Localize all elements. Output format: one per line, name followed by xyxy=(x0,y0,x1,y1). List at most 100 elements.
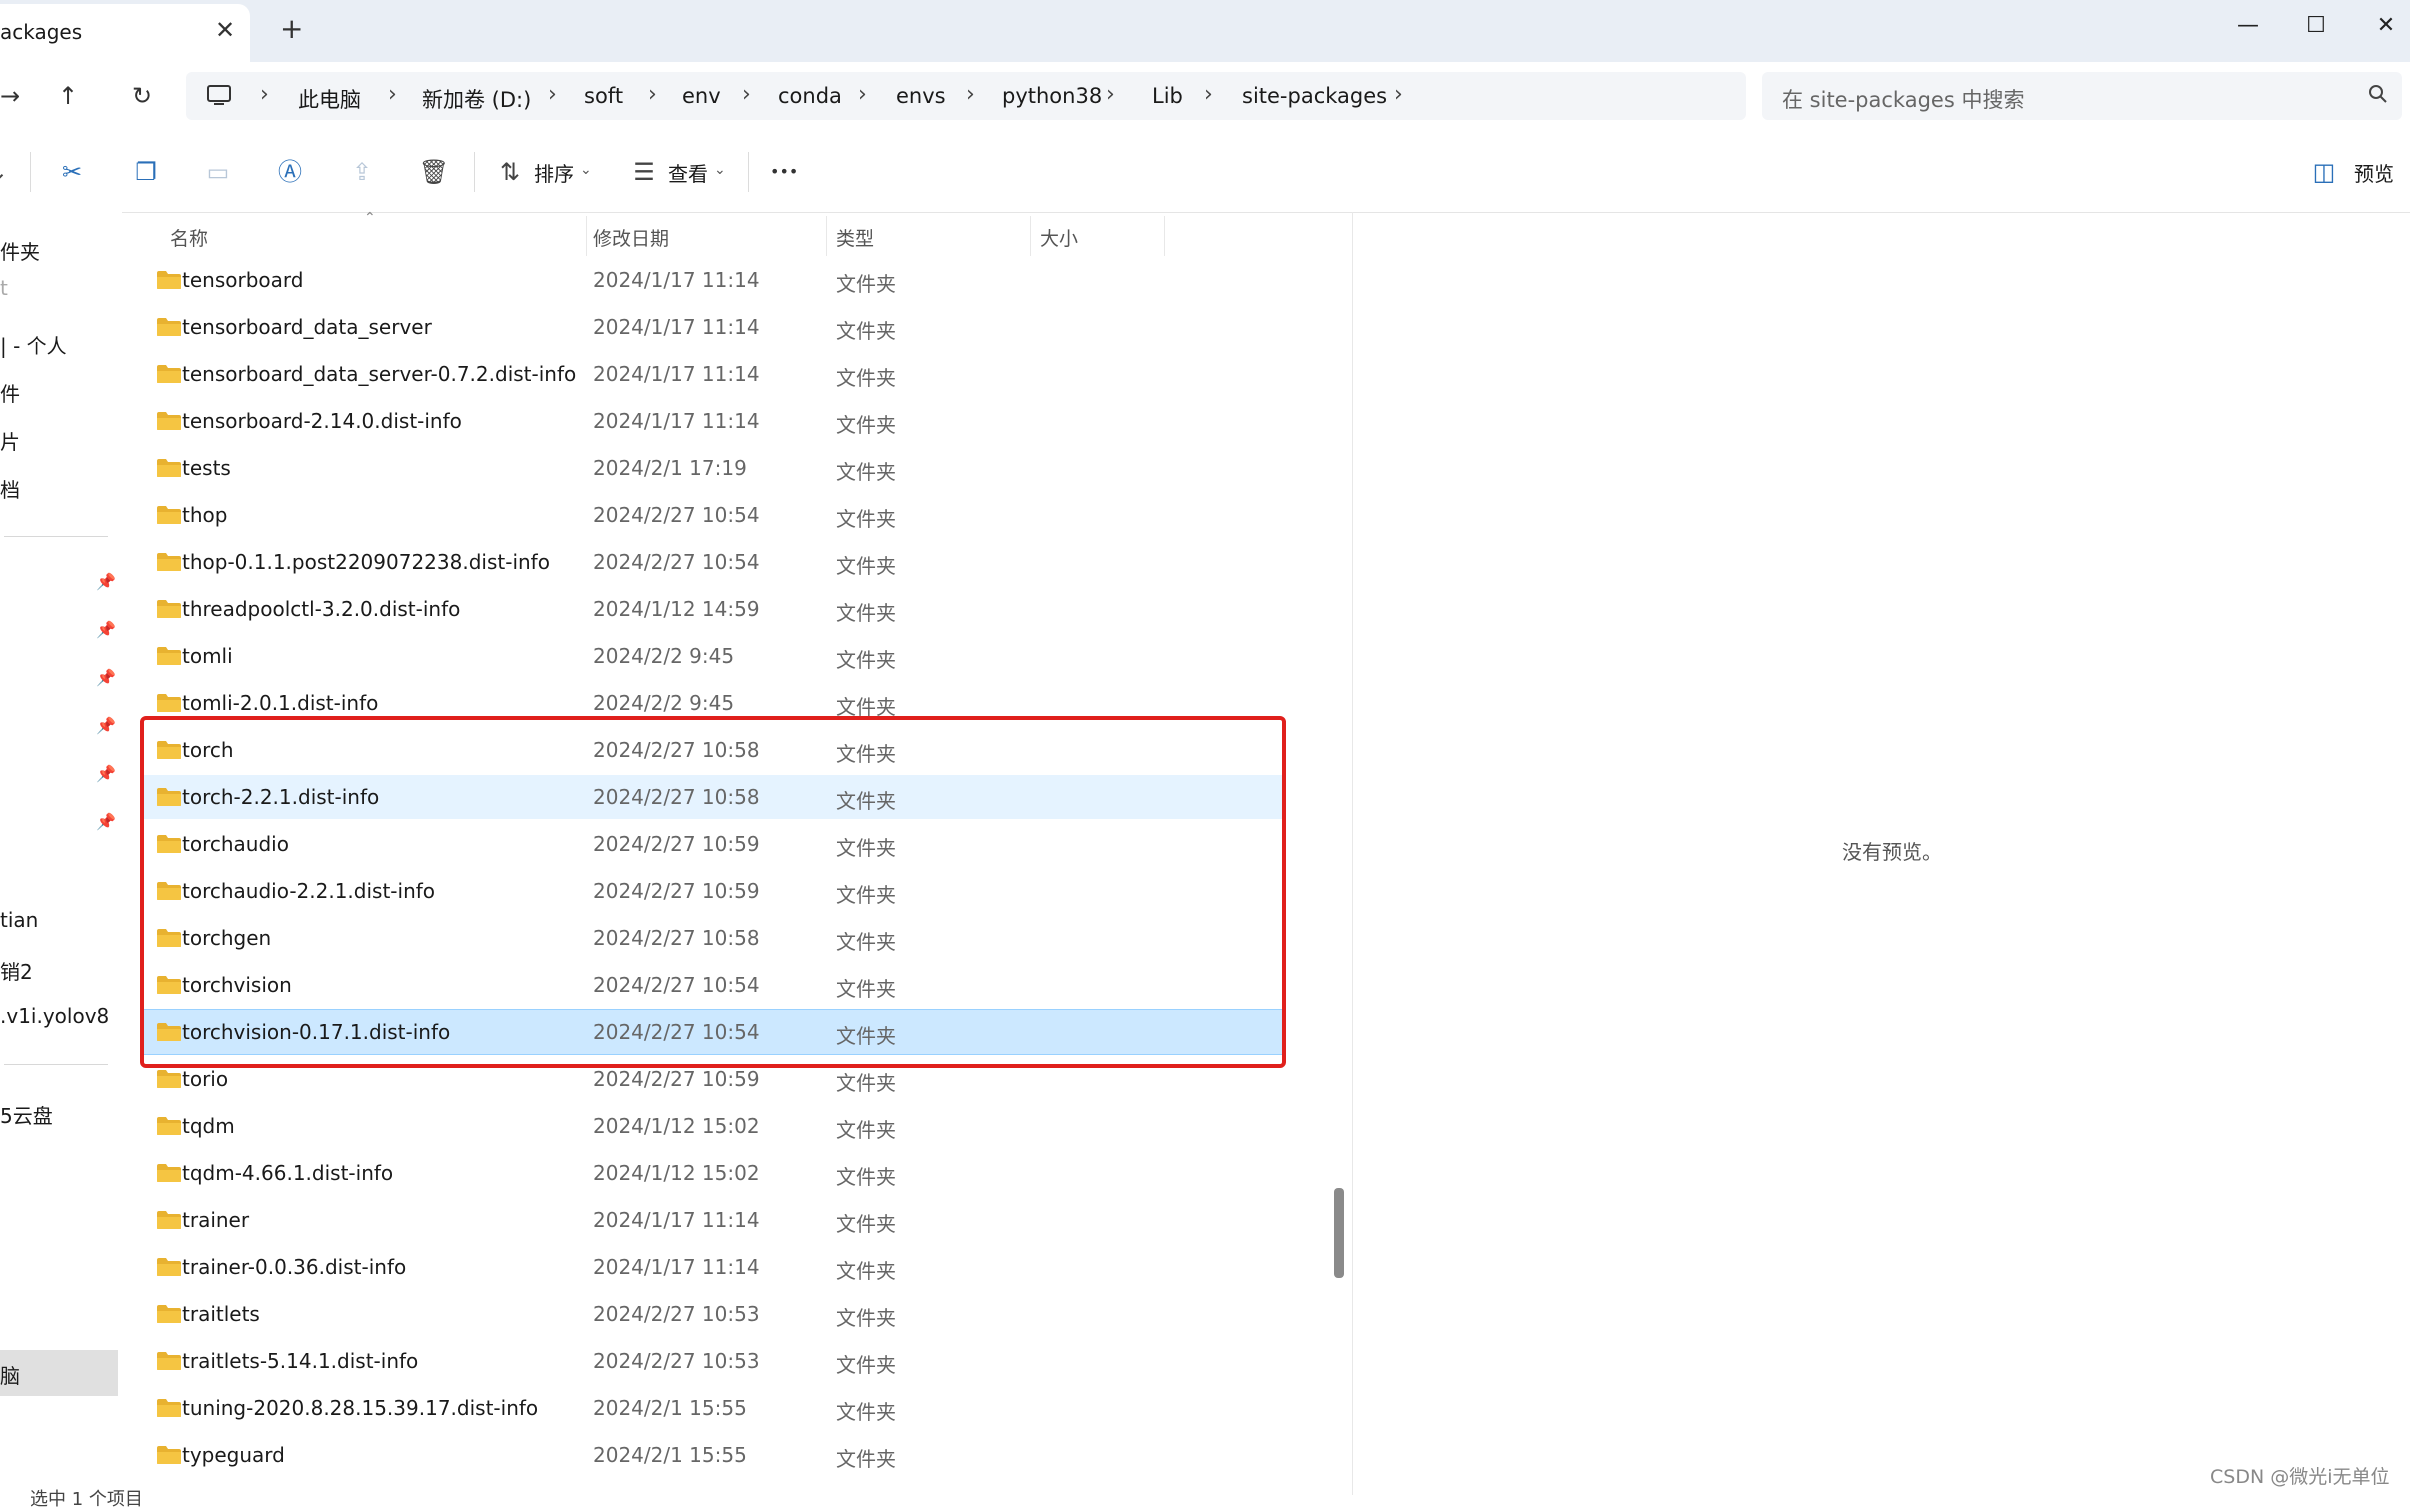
tab-close-icon[interactable]: ✕ xyxy=(215,16,235,44)
pin-icon[interactable]: 📌 xyxy=(96,668,116,687)
pin-icon[interactable]: 📌 xyxy=(96,572,116,591)
table-row[interactable]: tuning-2020.8.28.15.39.17.dist-info 2024/… xyxy=(144,1386,1282,1430)
search-input[interactable]: 在 site-packages 中搜索 xyxy=(1762,72,2402,120)
breadcrumb-python38[interactable]: python38 xyxy=(1002,84,1102,108)
breadcrumb-envs[interactable]: envs xyxy=(896,84,946,108)
table-row[interactable]: tqdm-4.66.1.dist-info 2024/1/12 15:02 文件夹 xyxy=(144,1151,1282,1195)
breadcrumb-separator[interactable]: › xyxy=(1204,82,1213,107)
table-row[interactable]: thop-0.1.1.post2209072238.dist-info 2024/… xyxy=(144,540,1282,584)
table-row[interactable]: thop 2024/2/27 10:54 文件夹 xyxy=(144,493,1282,537)
breadcrumb-site-packages[interactable]: site-packages xyxy=(1242,84,1387,108)
file-date: 2024/1/17 11:14 xyxy=(593,315,760,339)
column-divider[interactable] xyxy=(1030,216,1031,256)
minimize-button[interactable]: — xyxy=(2218,6,2278,46)
refresh-icon[interactable]: ↻ xyxy=(122,76,162,116)
forward-icon[interactable]: → xyxy=(0,76,30,116)
table-row[interactable]: trainer-0.0.36.dist-info 2024/1/17 11:14 文… xyxy=(144,1245,1282,1289)
column-divider[interactable] xyxy=(826,216,827,256)
up-icon[interactable]: ↑ xyxy=(48,76,88,116)
paste-icon[interactable]: ▭ xyxy=(202,156,234,188)
file-date: 2024/1/17 11:14 xyxy=(593,1255,760,1279)
table-row[interactable]: tests 2024/2/1 17:19 文件夹 xyxy=(144,446,1282,490)
folder-icon xyxy=(157,1164,181,1182)
column-divider[interactable] xyxy=(1164,216,1165,256)
sidebar-item-tian[interactable]: tian xyxy=(0,908,38,932)
table-row[interactable]: tensorboard 2024/1/17 11:14 文件夹 xyxy=(144,258,1282,302)
sort-chevron-icon[interactable]: ⌄ xyxy=(580,162,592,178)
table-row[interactable]: traitlets-5.14.1.dist-info 2024/2/27 10:5… xyxy=(144,1339,1282,1383)
breadcrumb-conda[interactable]: conda xyxy=(778,84,842,108)
search-icon[interactable] xyxy=(2368,84,2388,104)
search-placeholder: 在 site-packages 中搜索 xyxy=(1782,88,2025,112)
sort-icon[interactable]: ⇅ xyxy=(494,156,526,188)
share-icon[interactable]: ⇪ xyxy=(346,156,378,188)
table-row[interactable]: tensorboard_data_server-0.7.2.dist-info 2… xyxy=(144,352,1282,396)
table-row[interactable]: threadpoolctl-3.2.0.dist-info 2024/1/12 1… xyxy=(144,587,1282,631)
sidebar-item-truncated[interactable]: t xyxy=(0,276,8,300)
breadcrumb-separator[interactable]: › xyxy=(1106,82,1115,107)
maximize-button[interactable]: ☐ xyxy=(2286,6,2346,46)
view-icon[interactable]: ☰ xyxy=(628,156,660,188)
sidebar-item-folders[interactable]: 件夹 xyxy=(0,236,40,265)
tab-title: ackages xyxy=(0,20,83,44)
table-row[interactable]: typeguard 2024/2/1 15:55 文件夹 xyxy=(144,1433,1282,1477)
breadcrumb-this-pc[interactable]: 此电脑 xyxy=(298,84,361,114)
column-header-date[interactable]: 修改日期 xyxy=(593,224,669,251)
sidebar-item-personal[interactable]: | - 个人 xyxy=(0,330,67,359)
sidebar-item-cloud-drive[interactable]: 5云盘 xyxy=(0,1100,53,1129)
column-header-size[interactable]: 大小 xyxy=(1040,224,1078,251)
column-header-name[interactable]: 名称 xyxy=(170,224,208,251)
computer-icon[interactable] xyxy=(206,84,232,108)
sidebar-item-pictures[interactable]: 片 xyxy=(0,426,20,455)
sidebar-item-yolov8[interactable]: .v1i.yolov8 xyxy=(0,1004,109,1028)
table-row[interactable]: tensorboard_data_server 2024/1/17 11:14 文件… xyxy=(144,305,1282,349)
pin-icon[interactable]: 📌 xyxy=(96,812,116,831)
table-row[interactable]: tensorboard-2.14.0.dist-info 2024/1/17 11… xyxy=(144,399,1282,443)
sidebar-item-this-pc[interactable]: 脑 xyxy=(0,1360,20,1389)
breadcrumb-separator[interactable]: › xyxy=(648,82,657,107)
file-type: 文件夹 xyxy=(836,1353,896,1377)
pin-icon[interactable]: 📌 xyxy=(96,716,116,735)
sort-button[interactable]: 排序 xyxy=(534,158,574,187)
preview-button[interactable]: 预览 xyxy=(2354,158,2394,187)
view-chevron-icon[interactable]: ⌄ xyxy=(714,162,726,178)
breadcrumb-separator[interactable]: › xyxy=(548,82,557,107)
table-row[interactable]: tqdm 2024/1/12 15:02 文件夹 xyxy=(144,1104,1282,1148)
new-tab-button[interactable]: + xyxy=(280,12,303,45)
breadcrumb-separator[interactable]: › xyxy=(742,82,751,107)
breadcrumb-separator[interactable]: › xyxy=(966,82,975,107)
breadcrumb-separator[interactable]: › xyxy=(260,82,269,107)
new-dropdown-icon[interactable]: ⌄ xyxy=(0,156,14,188)
sidebar-divider xyxy=(4,536,108,537)
breadcrumb-separator[interactable]: › xyxy=(1394,82,1403,107)
copy-icon[interactable]: ❐ xyxy=(130,156,162,188)
sidebar-item-documents[interactable]: 档 xyxy=(0,474,20,503)
breadcrumb-drive-d[interactable]: 新加卷 (D:) xyxy=(422,84,531,114)
sidebar-item-files[interactable]: 件 xyxy=(0,378,20,407)
breadcrumb-lib[interactable]: Lib xyxy=(1152,84,1183,108)
sidebar-item-xiao2[interactable]: 销2 xyxy=(0,956,33,985)
breadcrumb-separator[interactable]: › xyxy=(858,82,867,107)
more-options-button[interactable]: ••• xyxy=(770,162,798,181)
pin-icon[interactable]: 📌 xyxy=(96,620,116,639)
vertical-scrollbar[interactable] xyxy=(1334,1188,1344,1278)
close-window-button[interactable]: ✕ xyxy=(2356,6,2410,46)
tab-site-packages[interactable]: ackages ✕ xyxy=(0,4,250,62)
table-row[interactable]: tomli 2024/2/2 9:45 文件夹 xyxy=(144,634,1282,678)
table-row[interactable]: traitlets 2024/2/27 10:53 文件夹 xyxy=(144,1292,1282,1336)
breadcrumb-env[interactable]: env xyxy=(682,84,721,108)
preview-divider[interactable] xyxy=(1352,212,1353,1495)
address-bar[interactable]: › 此电脑 › 新加卷 (D:) › soft › env › conda › … xyxy=(186,72,1746,120)
delete-icon[interactable]: 🗑 xyxy=(418,156,450,188)
view-button[interactable]: 查看 xyxy=(668,158,708,187)
file-name: traitlets-5.14.1.dist-info xyxy=(182,1349,419,1373)
table-row[interactable]: trainer 2024/1/17 11:14 文件夹 xyxy=(144,1198,1282,1242)
preview-pane-icon[interactable]: ◫ xyxy=(2308,156,2340,188)
breadcrumb-separator[interactable]: › xyxy=(388,82,397,107)
pin-icon[interactable]: 📌 xyxy=(96,764,116,783)
rename-icon[interactable]: Ⓐ xyxy=(274,156,306,188)
column-header-type[interactable]: 类型 xyxy=(836,224,874,251)
breadcrumb-soft[interactable]: soft xyxy=(584,84,623,108)
column-divider[interactable] xyxy=(586,216,587,256)
cut-icon[interactable]: ✂ xyxy=(56,156,88,188)
